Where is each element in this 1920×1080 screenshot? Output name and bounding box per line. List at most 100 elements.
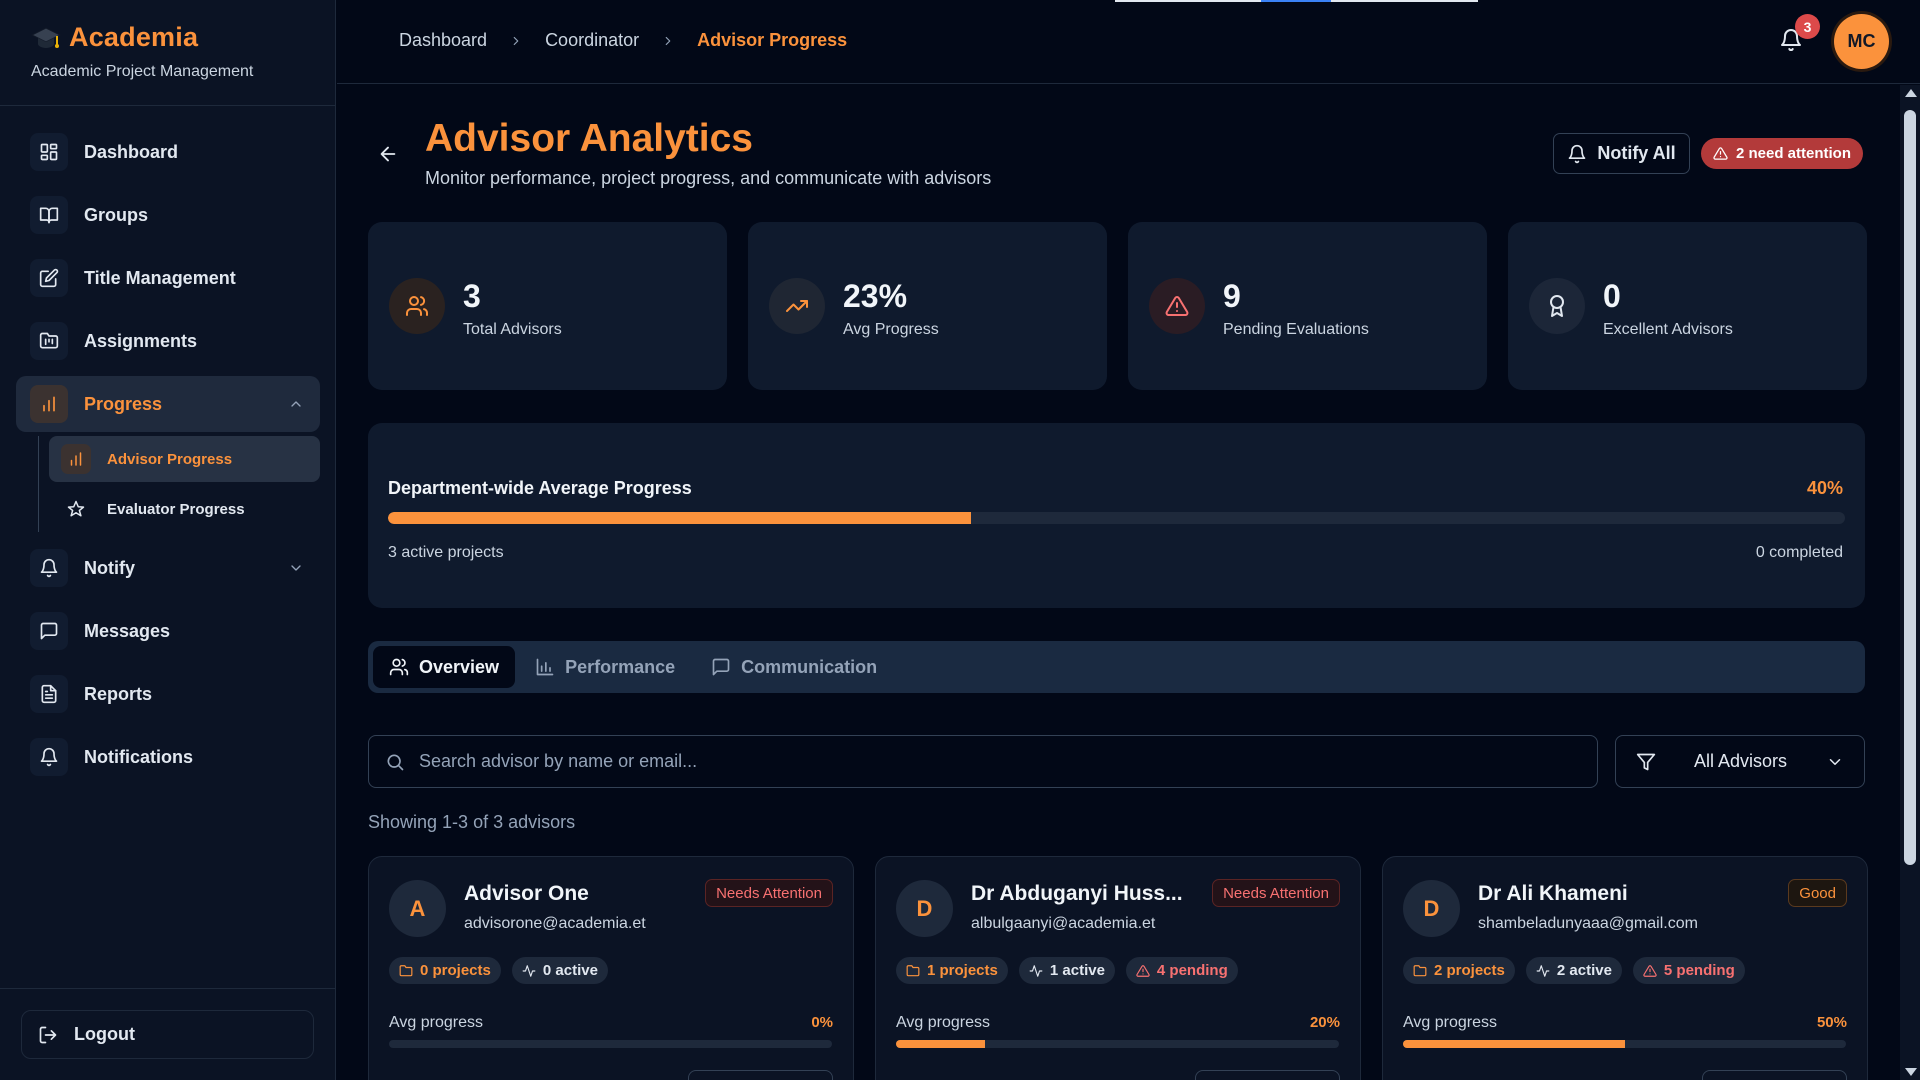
folder-kanban-icon <box>30 322 68 360</box>
logout-icon <box>38 1025 58 1045</box>
advisor-avatar: D <box>1403 880 1460 937</box>
breadcrumb-dashboard[interactable]: Dashboard <box>399 30 487 51</box>
alert-triangle-icon <box>1136 964 1150 978</box>
stat-card-excellent-advisors: 0 Excellent Advisors <box>1508 222 1867 390</box>
bell-icon <box>1567 144 1587 164</box>
advisor-card[interactable]: D Dr Abduganyi Huss... albulgaanyi@acade… <box>875 856 1361 1080</box>
tab-communication[interactable]: Communication <box>695 646 893 688</box>
advisor-action-button[interactable] <box>688 1070 833 1080</box>
scroll-up-arrow[interactable] <box>1905 89 1917 97</box>
advisor-progress-bar <box>389 1040 832 1048</box>
page-loading-bar <box>1115 0 1478 2</box>
activity-icon <box>1029 964 1043 978</box>
pending-count: 4 pending <box>1156 962 1228 979</box>
projects-count: 0 projects <box>420 962 491 979</box>
projects-chip: 1 projects <box>896 957 1008 984</box>
sidebar-item-reports[interactable]: Reports <box>16 666 320 722</box>
layout-grid-icon <box>30 133 68 171</box>
tab-performance[interactable]: Performance <box>519 646 691 688</box>
sidebar-subitem-label: Evaluator Progress <box>107 500 245 518</box>
avatar[interactable]: MC <box>1834 14 1889 69</box>
advisor-email: advisorone@academia.et <box>464 915 646 932</box>
folder-icon <box>1413 964 1427 978</box>
sidebar-item-progress[interactable]: Progress <box>16 376 320 432</box>
logout-label: Logout <box>74 1024 135 1044</box>
advisor-action-button[interactable] <box>1195 1070 1340 1080</box>
active-count: 2 active <box>1556 962 1612 979</box>
page-scrollbar[interactable] <box>1900 85 1920 1080</box>
search-icon <box>385 752 405 772</box>
advisor-progress-bar <box>1403 1040 1846 1048</box>
notify-all-button[interactable]: Notify All <box>1553 133 1690 174</box>
active-projects-count: 3 active projects <box>388 544 504 561</box>
sidebar-item-label: Title Management <box>84 267 236 288</box>
brand[interactable]: Academia Academic Project Management <box>31 22 253 81</box>
department-progress-fill <box>388 512 971 524</box>
stat-label: Avg Progress <box>843 321 939 338</box>
search-box <box>368 735 1598 788</box>
award-icon <box>1529 278 1585 334</box>
advisor-name: Dr Abduganyi Huss... <box>971 882 1183 905</box>
message-square-icon <box>711 657 731 677</box>
sidebar-bottom-divider <box>0 988 336 989</box>
notify-all-label: Notify All <box>1597 143 1676 163</box>
page-subtitle: Monitor performance, project progress, a… <box>425 168 992 188</box>
users-icon <box>389 278 445 334</box>
advisor-chips: 0 projects 0 active <box>389 957 608 984</box>
back-button[interactable] <box>377 143 399 165</box>
scroll-down-arrow[interactable] <box>1905 1068 1917 1076</box>
completed-count: 0 completed <box>1755 544 1843 561</box>
sidebar-subitem-advisor-progress[interactable]: Advisor Progress <box>49 436 320 482</box>
file-text-icon <box>30 675 68 713</box>
stats-row: 3 Total Advisors 23% Avg Progress 9 Pend… <box>368 222 1867 390</box>
sidebar-item-assignments[interactable]: Assignments <box>16 313 320 369</box>
department-progress-title: Department-wide Average Progress <box>388 478 692 498</box>
advisor-filter-select[interactable]: All Advisors <box>1615 735 1865 788</box>
activity-icon <box>1536 964 1550 978</box>
advisor-action-button[interactable] <box>1702 1070 1847 1080</box>
sidebar-item-label: Reports <box>84 683 153 704</box>
active-chip: 2 active <box>1525 957 1622 984</box>
chevron-up-icon <box>288 396 304 412</box>
brand-subtitle: Academic Project Management <box>31 63 254 80</box>
pending-count: 5 pending <box>1663 962 1735 979</box>
sidebar-item-notify[interactable]: Notify <box>16 540 320 596</box>
advisor-chips: 1 projects 1 active 4 pending <box>896 957 1238 984</box>
sidebar-subitem-evaluator-progress[interactable]: Evaluator Progress <box>49 486 320 532</box>
page-title: Advisor Analytics <box>425 117 753 160</box>
stat-card-pending-evaluations: 9 Pending Evaluations <box>1128 222 1487 390</box>
bell-icon <box>30 738 68 776</box>
advisor-name: Advisor One <box>464 882 589 905</box>
sidebar-item-groups[interactable]: Groups <box>16 187 320 243</box>
filter-selected-value: All Advisors <box>1694 751 1788 771</box>
alert-triangle-icon <box>1149 278 1205 334</box>
advisor-card[interactable]: D Dr Ali Khameni shambeladunyaaa@gmail.c… <box>1382 856 1868 1080</box>
sidebar-item-dashboard[interactable]: Dashboard <box>16 124 320 180</box>
filter-icon <box>1636 752 1656 772</box>
active-count: 1 active <box>1049 962 1105 979</box>
sidebar-item-label: Dashboard <box>84 141 179 162</box>
logout-button[interactable]: Logout <box>21 1010 314 1059</box>
trending-up-icon <box>769 278 825 334</box>
avg-progress-label: Avg progress <box>896 1014 990 1031</box>
search-input[interactable] <box>419 751 1519 772</box>
pending-chip: 4 pending <box>1125 957 1238 984</box>
advisor-card[interactable]: A Advisor One advisorone@academia.et Nee… <box>368 856 854 1080</box>
sidebar-subitem-label: Advisor Progress <box>107 450 233 468</box>
advisor-cards: A Advisor One advisorone@academia.et Nee… <box>368 856 1868 1080</box>
tab-label: Overview <box>419 656 500 677</box>
brand-name: Academia <box>69 22 199 52</box>
sidebar-item-notifications[interactable]: Notifications <box>16 729 320 785</box>
activity-icon <box>522 964 536 978</box>
projects-count: 2 projects <box>1434 962 1505 979</box>
breadcrumb-coordinator[interactable]: Coordinator <box>545 30 639 51</box>
tab-overview[interactable]: Overview <box>373 646 516 688</box>
department-progress-percent: 40% <box>1806 478 1843 498</box>
sidebar-item-messages[interactable]: Messages <box>16 603 320 659</box>
folder-icon <box>906 964 920 978</box>
graduation-cap-icon <box>31 25 61 51</box>
attention-badge: 2 need attention <box>1701 138 1864 169</box>
users-icon <box>389 657 409 677</box>
scroll-thumb[interactable] <box>1904 110 1916 865</box>
sidebar-item-title-management[interactable]: Title Management <box>16 250 320 306</box>
